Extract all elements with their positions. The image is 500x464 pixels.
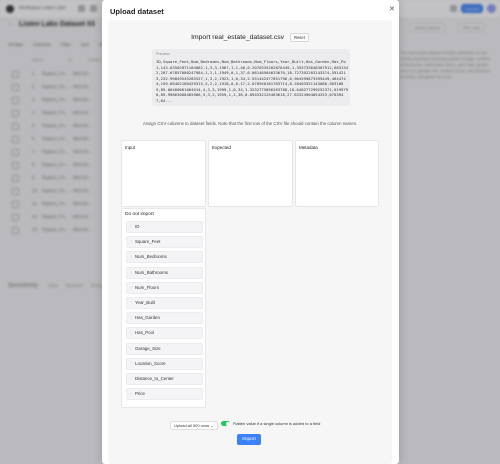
expected-dropzone[interactable]: Expected	[208, 140, 293, 207]
input-column-title: Input	[125, 145, 136, 150]
drag-handle-icon[interactable]: ⋮	[129, 300, 133, 306]
flatten-toggle-label: Flatten value if a single column is adde…	[233, 421, 321, 426]
drag-handle-icon[interactable]: ⋮	[129, 239, 133, 245]
field-chip-label: Year_Built	[135, 300, 155, 305]
input-dropzone[interactable]: Input	[121, 140, 206, 207]
drag-handle-icon[interactable]: ⋮	[129, 346, 133, 352]
import-header: Import real_estate_dataset.csv Reset	[108, 33, 392, 42]
field-chip-num-floors[interactable]: ⋮ Num_Floors	[126, 281, 203, 294]
field-chip-label: Location_Score	[135, 360, 166, 366]
modal-title: Upload dataset	[110, 7, 164, 16]
assign-instructions: Assign CSV columns to dataset fields. No…	[142, 121, 358, 126]
reset-button[interactable]: Reset	[289, 33, 309, 42]
field-chip-label: Garage_Size	[135, 345, 161, 351]
preview-line: 2,287.67857680247984,1,2,1,1949,0,1,37,6…	[156, 70, 346, 75]
drag-handle-icon[interactable]: ⋮	[129, 376, 133, 382]
drag-handle-icon[interactable]: ⋮	[129, 391, 133, 397]
metadata-dropzone[interactable]: Metadata	[295, 140, 379, 207]
drag-handle-icon[interactable]: ⋮	[129, 224, 133, 230]
import-button[interactable]: Import	[237, 434, 261, 445]
toggle-knob	[226, 421, 230, 426]
metadata-column-title: Metadata	[299, 145, 318, 150]
upload-dataset-modal: Upload dataset ✕ Import real_estate_data…	[102, 0, 399, 464]
field-chip-label: Square_Feet	[135, 239, 161, 245]
field-chip-label: Num_Bathrooms	[135, 269, 168, 275]
field-chip-label: Has_Pool	[135, 330, 155, 336]
chevron-down-icon: ⌄	[210, 423, 214, 428]
drag-handle-icon[interactable]: ⋮	[129, 270, 133, 276]
drag-handle-icon[interactable]: ⋮	[129, 254, 133, 260]
do-not-import-title: Do not import	[125, 212, 154, 217]
field-chip-price[interactable]: ⋮ Price	[126, 388, 203, 401]
field-chip-num-bathrooms[interactable]: ⋮ Num_Bathrooms	[126, 266, 203, 279]
preview-line: ID,Square_Feet,Num_Bedrooms,Num_Bathroom…	[156, 59, 346, 64]
field-chip-label: Num_Bedrooms	[135, 254, 167, 260]
field-chip-has-garden[interactable]: ⋮ Has_Garden	[126, 312, 203, 325]
drag-handle-icon[interactable]: ⋮	[129, 330, 133, 336]
flatten-toggle[interactable]	[221, 421, 230, 426]
field-chip-has-pool[interactable]: ⋮ Has_Pool	[126, 327, 203, 340]
field-chip-square-feet[interactable]: ⋮ Square_Feet	[126, 236, 203, 249]
field-chip-distance-to-center[interactable]: ⋮ Distance_to_Center	[126, 373, 203, 385]
modal-body: Import real_estate_dataset.csv Reset Pre…	[108, 20, 392, 464]
preview-line: 6,89.99863008485966,5,3,2,1959,1,1,36,0.…	[156, 92, 344, 97]
drag-handle-icon[interactable]: ⋮	[129, 315, 133, 321]
field-chip-garage-size[interactable]: ⋮ Garage_Size	[126, 342, 203, 355]
preview-text: ID,Square_Feet,Num_Bedrooms,Num_Bathroom…	[156, 59, 350, 103]
drag-handle-icon[interactable]: ⋮	[129, 361, 133, 367]
field-chip-id[interactable]: ⋮ ID	[126, 221, 203, 233]
field-chip-label: Num_Floors	[135, 284, 159, 290]
field-chip-location-score[interactable]: ⋮ Location_Score	[126, 357, 203, 370]
preview-line: 4,199.66462180429315,5,2,2,1918,0,0,17,2…	[156, 81, 344, 86]
field-chip-label: Has_Garden	[135, 315, 160, 321]
csv-preview: Preview ID,Square_Feet,Num_Bedrooms,Num_…	[152, 49, 350, 106]
field-chip-num-bedrooms[interactable]: ⋮ Num_Bedrooms	[126, 251, 203, 264]
do-not-import-panel[interactable]: Do not import ⋮ ID ⋮ Square_Feet ⋮ Num_Bedroo…	[121, 208, 206, 408]
field-chip-label: Price	[135, 391, 146, 397]
field-chip-label: ID	[135, 224, 140, 229]
field-chip-year-built[interactable]: ⋮ Year_Built	[126, 297, 203, 309]
drag-handle-icon[interactable]: ⋮	[129, 285, 133, 291]
close-icon[interactable]: ✕	[389, 5, 395, 13]
field-chip-label: Distance_to_Center	[135, 376, 174, 381]
upload-rows-select[interactable]: Upload all 500 rows ⌄	[170, 421, 218, 430]
preview-label: Preview	[156, 52, 170, 56]
preview-line: 7,64...	[156, 97, 173, 103]
import-title: Import real_estate_dataset.csv	[191, 34, 285, 41]
expected-column-title: Expected	[212, 145, 231, 150]
